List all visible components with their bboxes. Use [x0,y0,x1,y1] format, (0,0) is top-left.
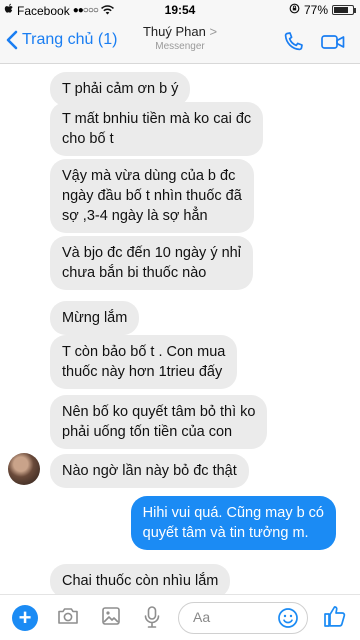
contact-chevron: > [209,24,218,39]
chevron-left-icon [6,30,18,50]
message-bubble[interactable]: Vậy mà vừa dùng của b đc ngày đầu bố t n… [50,159,254,233]
phone-icon[interactable] [282,31,304,58]
message-text: T phải cảm ơn b ý [62,81,179,97]
message-bubble[interactable]: Mừng lắm [50,301,140,335]
message-text: T còn bảo bố t . Con mua thuốc này hơn 1… [62,344,226,380]
status-bar: Facebook ●●○○○ 19:54 77% [0,0,360,20]
message-bubble[interactable]: T mất bnhiu tiền mà ko cai đc cho bố t [50,102,264,156]
message-text: Hihi vui quá. Cũng may b có quyết tâm và… [142,505,324,541]
microphone-icon[interactable] [142,605,162,634]
message-bubble[interactable]: Chai thuốc còn nhìu lắm [50,564,231,594]
message-bubble-outgoing[interactable]: Hihi vui quá. Cũng may b có quyết tâm và… [130,496,336,550]
message-bubble[interactable]: T còn bảo bố t . Con mua thuốc này hơn 1… [50,335,238,389]
message-bubble[interactable]: Nào ngờ lần này bỏ đc thật [50,454,249,488]
camera-icon[interactable] [56,605,80,632]
plus-icon[interactable]: + [12,605,38,631]
message-text: Nào ngờ lần này bỏ đc thật [62,463,237,479]
contact-name: Thuý Phan [142,24,206,39]
message-bubble[interactable]: T phải cảm ơn b ý [50,72,191,106]
header-actions [282,31,346,58]
battery-fill [334,7,348,13]
message-bubble[interactable]: Và bjo đc đến 10 ngày ý nhỉ chưa bắn bi … [50,236,253,290]
message-input[interactable] [193,609,273,625]
message-text: Chai thuốc còn nhìu lắm [62,573,219,589]
message-text: T mất bnhiu tiền mà ko cai đc cho bố t [62,111,252,147]
emoji-icon[interactable] [277,607,299,634]
message-text: Vậy mà vừa dùng của b đc ngày đầu bố t n… [62,168,242,224]
message-text: Nên bố ko quyết tâm bỏ thì ko phải uống … [62,404,256,440]
rotation-lock-icon [289,3,300,17]
battery-percent: 77% [303,3,328,17]
avatar[interactable] [8,453,40,485]
image-icon[interactable] [100,605,122,632]
composer-bar: + [0,594,360,640]
back-label: Trang chủ (1) [22,31,118,48]
conversation-header: Trang chủ (1) Thuý Phan > Messenger [0,20,360,64]
app-label: Messenger [155,41,205,52]
contact-title[interactable]: Thuý Phan > Messenger [130,24,230,52]
message-text: Mừng lắm [62,310,128,326]
message-list[interactable]: T phải cảm ơn b ý T mất bnhiu tiền mà ko… [0,64,360,594]
message-input-box[interactable] [178,602,308,634]
status-right: 77% [289,3,356,17]
contact-name-row: Thuý Phan > [130,24,230,39]
like-icon[interactable] [322,603,348,634]
battery-icon [332,5,356,15]
message-text: Và bjo đc đến 10 ngày ý nhỉ chưa bắn bi … [62,245,241,281]
message-bubble[interactable]: Nên bố ko quyết tâm bỏ thì ko phải uống … [50,395,268,449]
back-button[interactable]: Trang chủ (1) [6,30,117,50]
video-camera-icon[interactable] [320,31,346,58]
